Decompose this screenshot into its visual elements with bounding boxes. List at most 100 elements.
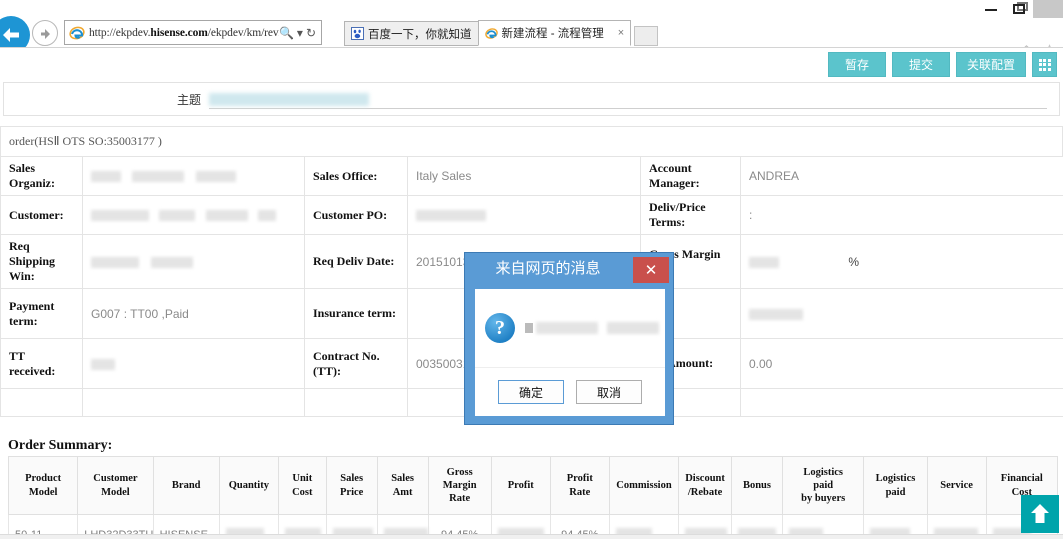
ie-icon — [485, 27, 498, 40]
url-text: http://ekpdev.hisense.com/ekpdev/km/revi… — [89, 27, 279, 39]
order-summary-wrap: ProductModelCustomerModelBrandQuantityUn… — [8, 456, 1058, 539]
dialog-footer: 确定 取消 — [475, 367, 665, 416]
subject-label: 主题 — [4, 91, 209, 108]
save-draft-button[interactable]: 暂存 — [828, 52, 886, 77]
grid-menu-button[interactable] — [1032, 52, 1057, 77]
page-toolbar: 暂存 提交 关联配置 — [828, 52, 1057, 77]
field-label: Req Deliv Date: — [305, 235, 408, 289]
field-value: 0.00 — [741, 339, 1063, 389]
column-header: UnitCost — [278, 457, 326, 515]
column-header: Commission — [609, 457, 678, 515]
field-value — [83, 157, 305, 196]
column-header: CustomerModel — [78, 457, 153, 515]
url-host: hisense.com — [150, 27, 207, 39]
grid-menu-icon — [1039, 59, 1051, 71]
field-label: Payment term: — [1, 289, 83, 339]
field-label: Sales Office: — [305, 157, 408, 196]
restore-icon[interactable] — [1013, 4, 1025, 14]
field-value: : — [741, 196, 1063, 235]
column-header: SalesAmt — [377, 457, 428, 515]
field-value — [741, 389, 1063, 417]
field-value: ANDREA — [741, 157, 1063, 196]
close-icon[interactable]: × — [618, 27, 624, 39]
dialog-body: ? — [475, 289, 665, 367]
forward-button[interactable] — [32, 20, 58, 46]
column-header: Logisticspaid — [864, 457, 927, 515]
field-value — [408, 196, 641, 235]
page-bottom-bar — [0, 534, 1063, 539]
window-titlebar — [863, 0, 1063, 18]
field-label: Account Manager: — [641, 157, 741, 196]
url-path: /ekpdev/km/review/kn — [208, 27, 279, 39]
new-tab-button[interactable] — [634, 26, 658, 46]
tab-label: 百度一下，你就知道 — [368, 26, 472, 42]
minimize-icon[interactable] — [985, 9, 997, 11]
percent-sign: % — [848, 255, 859, 269]
subject-input[interactable] — [209, 89, 1047, 109]
tab-process-management[interactable]: 新建流程 - 流程管理 × — [478, 20, 632, 46]
field-value — [83, 196, 305, 235]
address-bar-icons: 🔍 ▾ ↻ — [279, 26, 321, 40]
dialog-message — [525, 322, 659, 334]
order-summary-title: Order Summary: — [8, 438, 112, 454]
tab-baidu[interactable]: 百度一下，你就知道 — [344, 21, 479, 46]
scroll-to-top-button[interactable] — [1021, 495, 1059, 533]
field-label: Customer: — [1, 196, 83, 235]
field-label: Customer PO: — [305, 196, 408, 235]
table-row: Sales Organiz: Sales Office: Italy Sales… — [1, 157, 1063, 196]
dialog-header: 来自网页的消息 ✕ — [465, 253, 673, 285]
column-header: Bonus — [732, 457, 783, 515]
field-value — [83, 389, 305, 417]
page-content: 暂存 提交 关联配置 主题 order(HSⅡ OTS SO:35003177 … — [0, 48, 1063, 539]
close-icon[interactable]: ✕ — [633, 257, 669, 283]
column-header: Service — [927, 457, 986, 515]
arrow-up-icon — [1029, 502, 1051, 526]
field-label: Insurance term: — [305, 289, 408, 339]
back-icon — [0, 25, 23, 45]
order-summary-table: ProductModelCustomerModelBrandQuantityUn… — [8, 456, 1058, 539]
subject-panel: 主题 — [3, 82, 1060, 116]
field-label — [1, 389, 83, 417]
column-header: Logisticspaidby buyers — [782, 457, 863, 515]
field-value: Italy Sales — [408, 157, 641, 196]
column-header: ProductModel — [9, 457, 78, 515]
address-bar[interactable]: http://ekpdev.hisense.com/ekpdev/km/revi… — [64, 20, 322, 45]
column-header: Profit — [491, 457, 550, 515]
forward-icon — [38, 26, 54, 42]
column-header: GrossMarginRate — [428, 457, 491, 515]
submit-button[interactable]: 提交 — [892, 52, 950, 77]
navigation-row: http://ekpdev.hisense.com/ekpdev/km/revi… — [0, 18, 1063, 48]
browser-chrome: http://ekpdev.hisense.com/ekpdev/km/revi… — [0, 0, 1063, 48]
column-header: SalesPrice — [326, 457, 377, 515]
search-icon[interactable]: 🔍 — [279, 26, 294, 40]
related-config-button[interactable]: 关联配置 — [956, 52, 1026, 77]
url-prefix: http://ekpdev. — [89, 27, 150, 39]
tab-strip: 百度一下，你就知道 新建流程 - 流程管理 × — [344, 20, 658, 46]
webpage-message-dialog: 来自网页的消息 ✕ ? 确定 取消 — [464, 252, 674, 425]
field-value — [83, 339, 305, 389]
field-value: % — [741, 235, 1063, 289]
column-header: Quantity — [219, 457, 278, 515]
baidu-icon — [351, 27, 364, 40]
column-header: ProfitRate — [550, 457, 609, 515]
field-label: Deliv/Price Terms: — [641, 196, 741, 235]
redacted-value — [209, 93, 369, 106]
field-label: Contract No.(TT): — [305, 339, 408, 389]
field-label: Req Shipping Win: — [1, 235, 83, 289]
field-label: TT received: — [1, 339, 83, 389]
column-header: Discount/Rebate — [679, 457, 732, 515]
ok-button[interactable]: 确定 — [498, 380, 564, 404]
field-label — [305, 389, 408, 417]
order-header: order(HSⅡ OTS SO:35003177 ) — [0, 126, 1063, 156]
field-value — [83, 235, 305, 289]
titlebar-filler — [1033, 0, 1063, 18]
column-header: Brand — [153, 457, 219, 515]
refresh-icon[interactable]: ↻ — [306, 26, 316, 40]
chevron-down-icon[interactable]: ▾ — [297, 26, 303, 40]
table-row: Customer: Customer PO: Deliv/Price Terms… — [1, 196, 1063, 235]
field-value — [741, 289, 1063, 339]
cancel-button[interactable]: 取消 — [576, 380, 642, 404]
tab-label: 新建流程 - 流程管理 — [502, 25, 604, 41]
table-header-row: ProductModelCustomerModelBrandQuantityUn… — [9, 457, 1058, 515]
field-label: Sales Organiz: — [1, 157, 83, 196]
